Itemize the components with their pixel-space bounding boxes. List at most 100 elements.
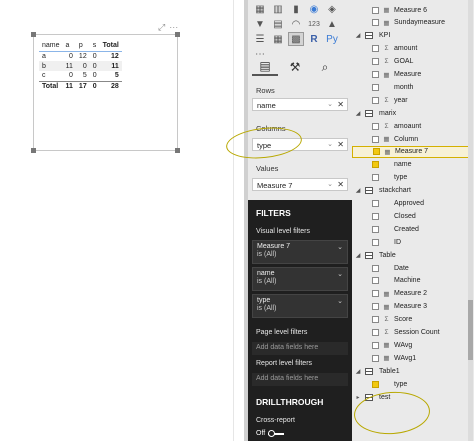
remove-field-icon[interactable]: ✕ [337, 180, 344, 189]
field-item[interactable]: ▦ Measure [352, 69, 470, 81]
filled-map-icon[interactable]: ▤ [270, 17, 286, 31]
resize-handle[interactable] [175, 32, 180, 37]
fields-table-header[interactable]: ◢ Table [352, 249, 470, 261]
funnel-icon[interactable]: ▼ [252, 17, 268, 31]
table-visual-icon[interactable]: ▦ [270, 32, 286, 46]
field-item[interactable]: ▦ Measure 6 [352, 4, 470, 16]
field-item[interactable]: ID [352, 236, 470, 248]
field-item[interactable]: ▦ WAvg1 [352, 352, 470, 364]
field-checkbox[interactable] [372, 341, 379, 349]
field-checkbox[interactable] [372, 83, 379, 91]
chevron-down-icon[interactable]: ⌄ [337, 243, 343, 251]
field-checkbox[interactable] [372, 135, 379, 143]
chevron-down-icon[interactable]: ⌄ [327, 180, 333, 188]
resize-handle[interactable] [31, 32, 36, 37]
fields-table-header[interactable]: ◢ Table1 [352, 365, 470, 377]
field-checkbox[interactable] [372, 174, 379, 182]
field-checkbox[interactable] [372, 277, 379, 285]
field-checkbox[interactable] [372, 71, 379, 78]
filter-card[interactable]: Measure 7 is (All) ⌄ [252, 240, 348, 264]
stacked-chart-icon[interactable]: ▥ [270, 2, 286, 16]
toggle-track[interactable] [268, 429, 285, 437]
field-item[interactable]: type [352, 378, 470, 390]
field-checkbox[interactable] [372, 264, 379, 272]
python-visual-icon[interactable]: Py [324, 32, 340, 46]
format-tab-icon[interactable]: ⚒ [282, 58, 308, 76]
gauge-icon[interactable]: ◠ [288, 17, 304, 31]
filter-card[interactable]: name is (All) ⌄ [252, 267, 348, 291]
fields-table-header[interactable]: ▸ test [352, 391, 470, 403]
chevron-down-icon[interactable]: ◢ [354, 252, 362, 259]
rows-well[interactable]: name ⌄ ✕ [252, 98, 348, 111]
chevron-down-icon[interactable]: ◢ [354, 32, 362, 39]
matrix-visual-icon[interactable]: ▩ [288, 32, 304, 46]
focus-mode-icon[interactable]: ⤢ [158, 22, 169, 32]
matrix-header[interactable]: p [75, 40, 90, 52]
resize-handle[interactable] [31, 148, 36, 153]
chevron-right-icon[interactable]: ▸ [354, 394, 362, 401]
remove-field-icon[interactable]: ✕ [337, 100, 344, 109]
field-checkbox[interactable] [372, 303, 379, 311]
field-checkbox[interactable] [372, 238, 379, 246]
matrix-visual[interactable]: name a p s Total a 0 12 0 12 b 11 0 0 11… [31, 32, 180, 153]
field-checkbox[interactable] [372, 200, 379, 207]
chevron-down-icon[interactable]: ◢ [354, 368, 362, 375]
matrix-header[interactable]: s [89, 40, 100, 52]
field-item[interactable]: Closed [352, 210, 470, 222]
field-checkbox[interactable] [372, 96, 379, 104]
field-item[interactable]: Σamount [352, 43, 470, 55]
field-item[interactable]: ▦ Measure 3 [352, 301, 470, 313]
slicer-icon[interactable]: ☰ [252, 32, 268, 46]
field-item[interactable]: Σ Session Count [352, 327, 470, 339]
field-checkbox[interactable] [372, 290, 379, 298]
field-item[interactable]: Approved [352, 198, 470, 210]
matrix-header[interactable]: Total [99, 40, 122, 52]
field-checkbox[interactable] [372, 58, 379, 66]
resize-handle[interactable] [175, 148, 180, 153]
matrix-row[interactable]: c 0 5 0 5 [39, 71, 122, 81]
field-checkbox[interactable] [372, 212, 379, 220]
fields-table-header[interactable]: ◢ marix [352, 107, 470, 119]
matrix-header[interactable]: a [62, 40, 76, 52]
matrix-row[interactable]: b 11 0 0 11 [39, 61, 122, 71]
field-checkbox[interactable] [372, 45, 379, 53]
kpi-icon[interactable]: ▲ [324, 17, 340, 31]
field-item[interactable]: Machine [352, 275, 470, 287]
field-checkbox[interactable] [373, 148, 380, 156]
more-options-icon[interactable]: ⋯ [169, 22, 182, 32]
columns-well[interactable]: type ⌄ ✕ [252, 138, 348, 151]
chevron-down-icon[interactable]: ⌄ [337, 297, 343, 305]
field-item[interactable]: Created [352, 223, 470, 235]
field-checkbox[interactable] [372, 354, 379, 362]
card-icon[interactable]: 123 [306, 17, 322, 31]
report-canvas[interactable]: ⤢⋯ name a p s Total a 0 12 0 12 b 11 0 0… [0, 0, 248, 441]
fields-scrollbar-thumb[interactable] [468, 300, 473, 360]
report-filters-dropzone[interactable]: Add data fields here [252, 373, 348, 386]
chevron-down-icon[interactable]: ◢ [354, 110, 362, 117]
matrix-row[interactable]: a 0 12 0 12 [39, 51, 122, 61]
field-item[interactable]: month [352, 81, 470, 93]
fields-tab-icon[interactable]: ▤ [252, 58, 278, 76]
field-item[interactable]: ▦ WAvg [352, 339, 470, 351]
shape-map-icon[interactable]: ◈ [324, 2, 340, 16]
fields-table-header[interactable]: ◢ KPI [352, 30, 470, 42]
field-checkbox[interactable] [372, 329, 379, 336]
toggle-knob[interactable] [268, 429, 276, 437]
matrix-header[interactable]: name [39, 40, 63, 52]
fields-scrollbar[interactable] [468, 0, 473, 441]
field-checkbox[interactable] [372, 225, 379, 233]
map-visual-icon[interactable]: ▦ [252, 2, 268, 16]
field-item[interactable]: Σyear [352, 94, 470, 106]
field-checkbox[interactable] [372, 19, 379, 27]
chevron-down-icon[interactable]: ⌄ [327, 140, 333, 148]
analytics-tab-icon[interactable]: ⌕ [312, 58, 338, 76]
field-item[interactable]: Σ Score [352, 314, 470, 326]
fields-table-header[interactable]: ◢ stackchart [352, 185, 470, 197]
globe-icon[interactable]: ◉ [306, 2, 322, 16]
field-item[interactable]: Date [352, 262, 470, 274]
cross-report-toggle[interactable]: Off [256, 429, 285, 437]
chevron-down-icon[interactable]: ⌄ [337, 270, 343, 278]
field-item[interactable]: Σamoaunt [352, 120, 470, 132]
field-checkbox[interactable] [372, 161, 379, 169]
field-checkbox[interactable] [372, 6, 379, 14]
